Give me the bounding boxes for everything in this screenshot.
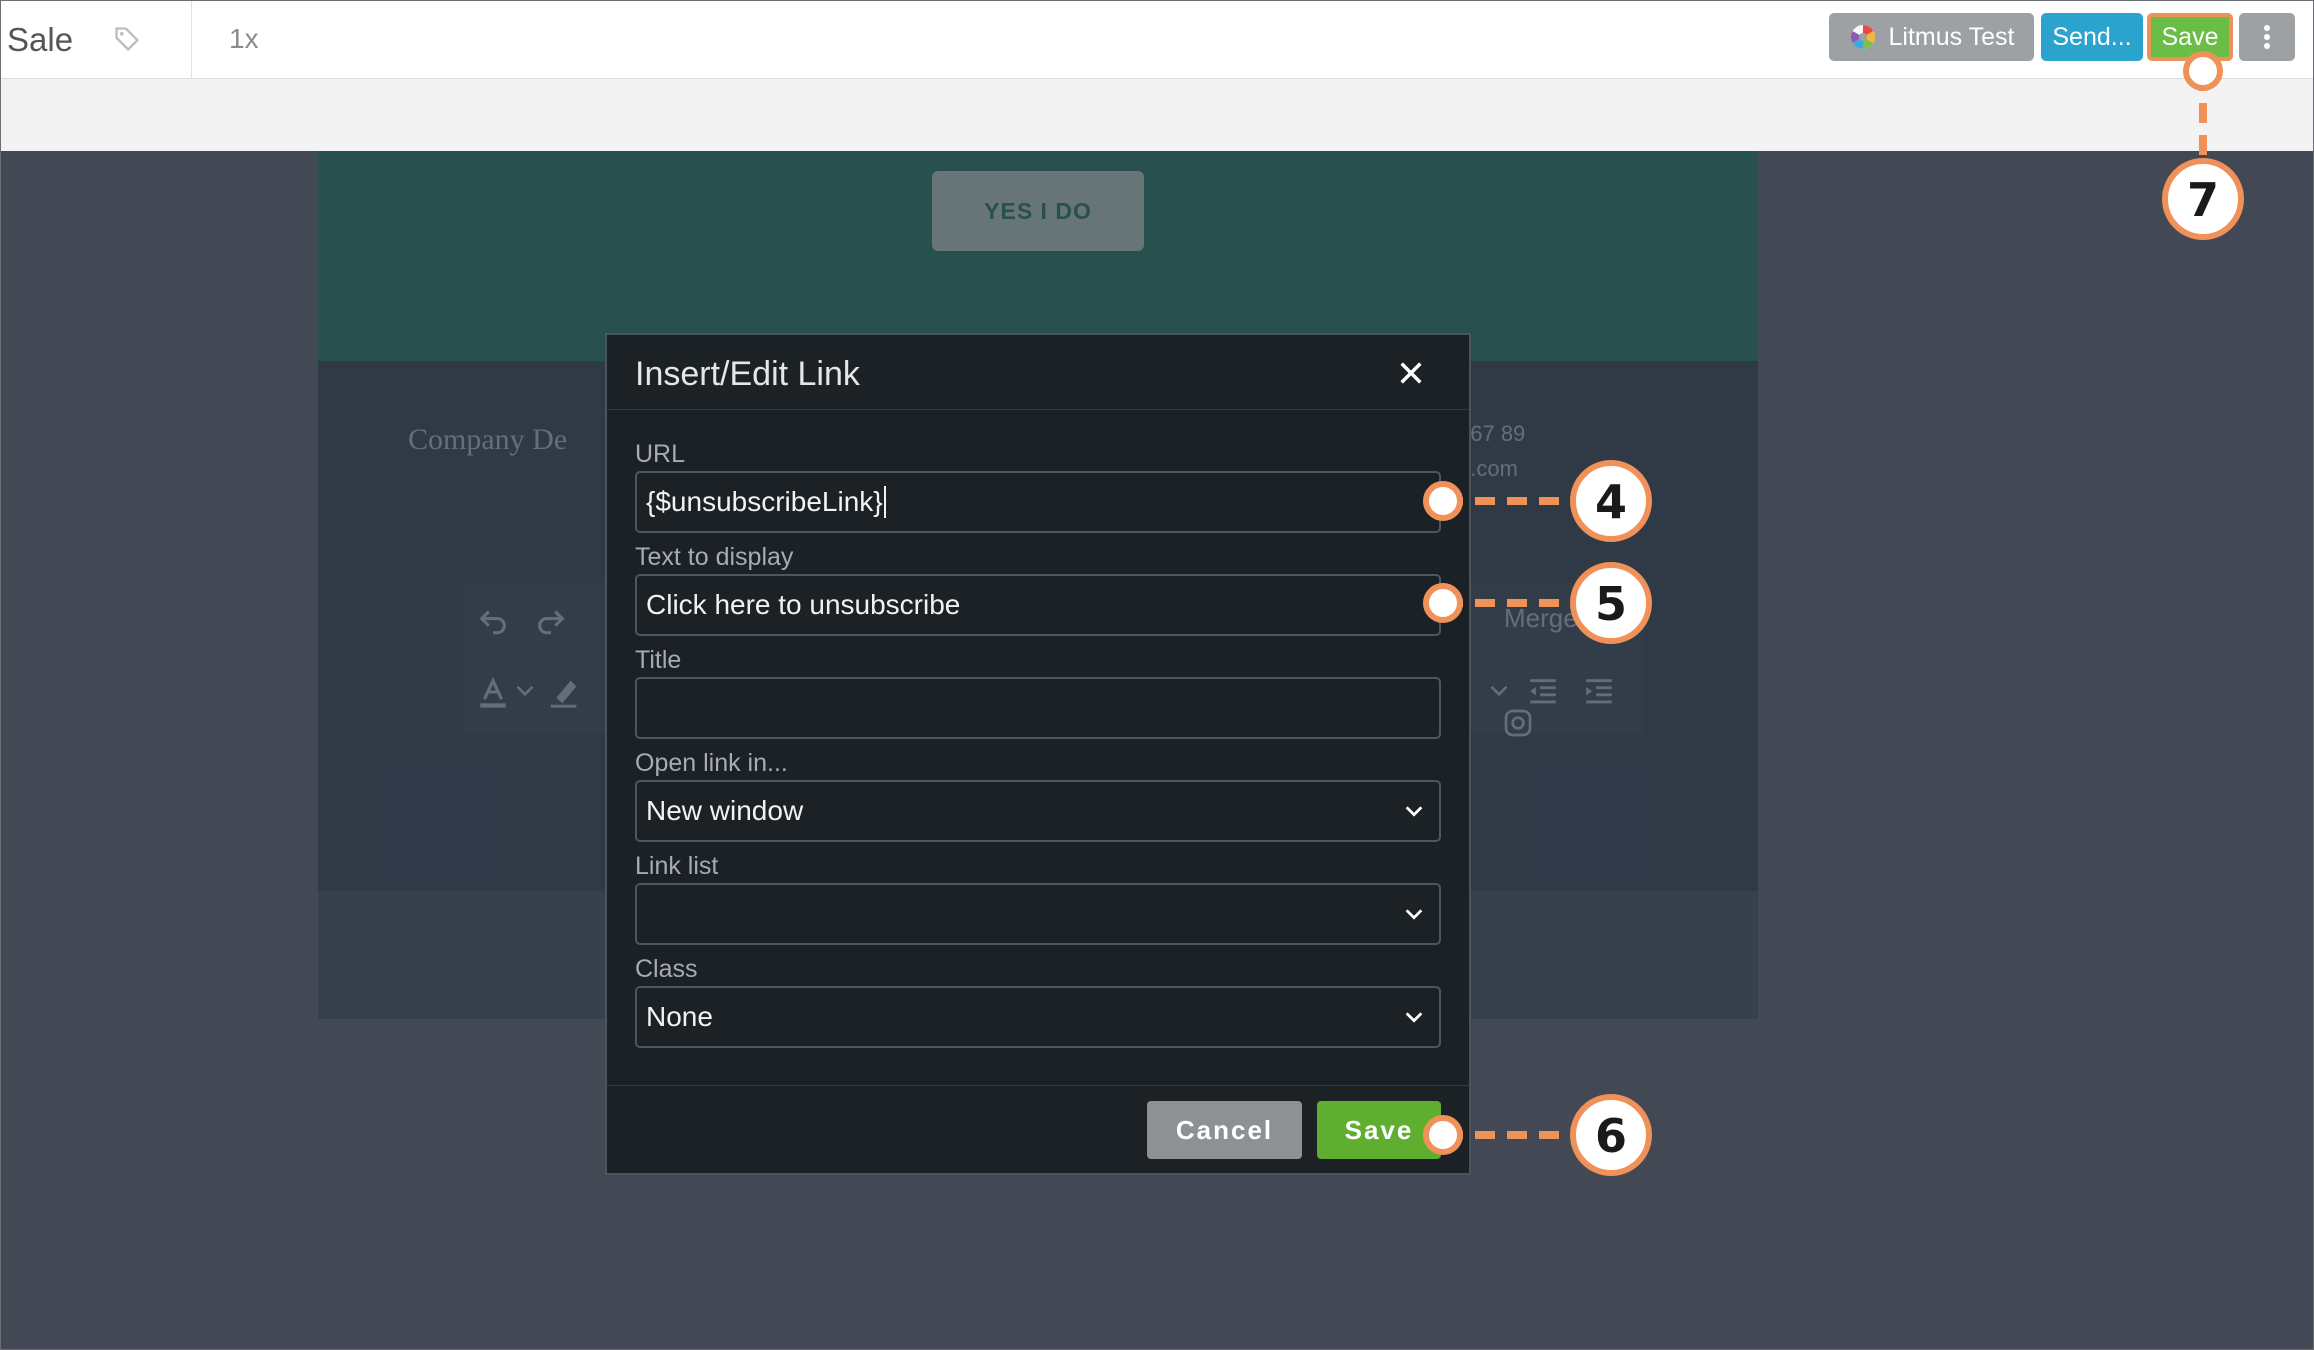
url-label: URL bbox=[635, 440, 686, 468]
header-divider bbox=[191, 1, 192, 78]
class-value: None bbox=[646, 1001, 713, 1032]
more-options-button[interactable] bbox=[2239, 13, 2295, 61]
chevron-down-icon bbox=[1405, 1012, 1423, 1023]
text-to-display-input[interactable]: Click here to unsubscribe bbox=[635, 574, 1441, 636]
cancel-button[interactable]: Cancel bbox=[1147, 1101, 1302, 1159]
more-vertical-icon bbox=[2264, 25, 2270, 49]
editor-strip bbox=[1, 79, 2313, 151]
close-icon[interactable] bbox=[1397, 359, 1425, 387]
app-window: Sale 1x Litmus Test Send... Save YES I D… bbox=[0, 0, 2314, 1350]
save-email-label: Save bbox=[2161, 22, 2219, 51]
chevron-down-icon bbox=[1405, 909, 1423, 920]
top-header: Sale 1x Litmus Test Send... Save bbox=[1, 1, 2313, 79]
insert-edit-link-dialog: Insert/Edit Link URL {$unsubscribeLink} … bbox=[605, 333, 1471, 1175]
litmus-test-button[interactable]: Litmus Test bbox=[1829, 13, 2034, 61]
zoom-level[interactable]: 1x bbox=[229, 23, 259, 55]
title-label: Title bbox=[635, 646, 682, 674]
litmus-icon bbox=[1850, 24, 1875, 49]
title-input[interactable] bbox=[635, 677, 1441, 739]
dialog-header: Insert/Edit Link bbox=[607, 335, 1469, 410]
save-link-button[interactable]: Save bbox=[1317, 1101, 1441, 1159]
send-label: Send... bbox=[2052, 22, 2132, 51]
class-label: Class bbox=[635, 955, 698, 983]
dialog-title: Insert/Edit Link bbox=[635, 355, 860, 393]
text-cursor bbox=[883, 486, 886, 518]
chevron-down-icon bbox=[1405, 806, 1423, 817]
text-to-display-label: Text to display bbox=[635, 543, 794, 571]
link-list-label: Link list bbox=[635, 852, 719, 880]
document-title[interactable]: Sale bbox=[7, 21, 73, 59]
url-value: {$unsubscribeLink} bbox=[646, 486, 883, 517]
class-select[interactable]: None bbox=[635, 986, 1441, 1048]
send-button[interactable]: Send... bbox=[2041, 13, 2143, 61]
tag-icon[interactable] bbox=[113, 25, 141, 53]
litmus-test-label: Litmus Test bbox=[1888, 22, 2015, 51]
link-list-select[interactable] bbox=[635, 883, 1441, 945]
open-link-in-value: New window bbox=[646, 795, 804, 826]
open-link-in-select[interactable]: New window bbox=[635, 780, 1441, 842]
save-email-button[interactable]: Save bbox=[2147, 13, 2233, 61]
text-to-display-value: Click here to unsubscribe bbox=[646, 589, 961, 620]
open-link-in-label: Open link in... bbox=[635, 749, 788, 777]
url-input[interactable]: {$unsubscribeLink} bbox=[635, 471, 1441, 533]
